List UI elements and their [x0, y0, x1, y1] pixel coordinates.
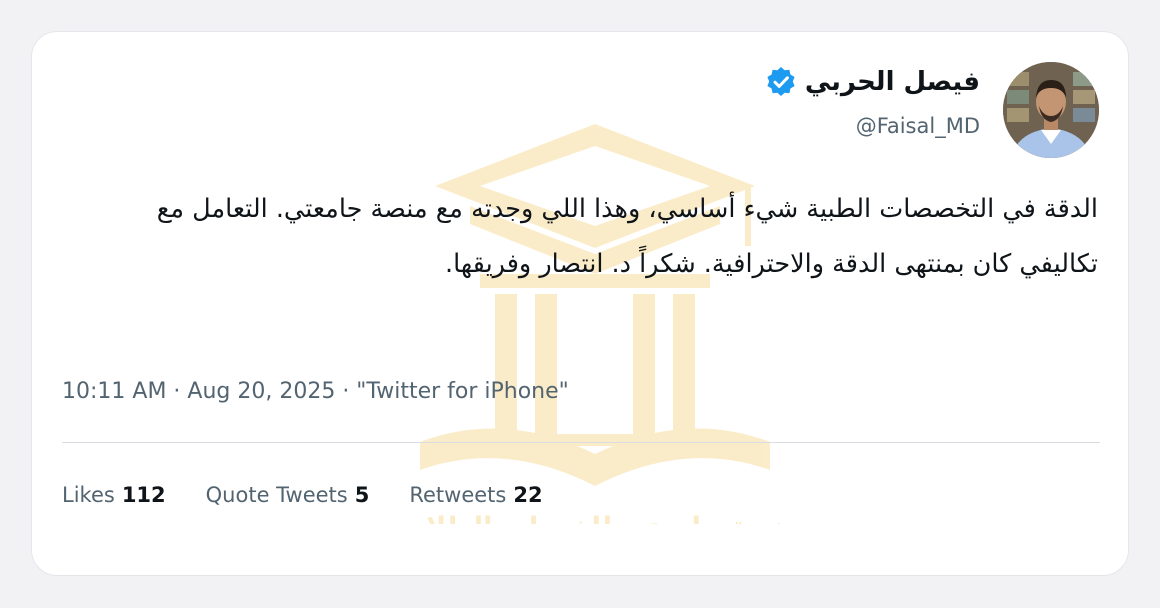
quote-tweets-stat[interactable]: Quote Tweets 5 [206, 480, 370, 510]
author-handle[interactable]: @Faisal_MD [856, 112, 980, 140]
retweets-label: Retweets [409, 483, 507, 507]
divider [62, 442, 1100, 443]
avatar-photo-icon [1003, 62, 1099, 158]
avatar[interactable] [1003, 62, 1099, 158]
likes-count: 112 [121, 483, 166, 507]
retweets-count: 22 [513, 483, 543, 507]
tweet-card: منصة جامعتي للخدمات الطلابية [31, 31, 1129, 576]
quote-tweets-count: 5 [354, 483, 370, 507]
tweet-meta[interactable]: 10:11 AM · Aug 20, 2025 · "Twitter for i… [62, 376, 569, 408]
watermark-text: منصة جامعتي للخدمات الطلابية [410, 512, 780, 524]
author-display-name[interactable]: فيصل الحربي [805, 64, 980, 100]
likes-stat[interactable]: Likes 112 [62, 480, 166, 510]
tweet-text: الدقة في التخصصات الطبية شيء أساسي، وهذا… [156, 194, 1098, 279]
retweets-stat[interactable]: Retweets 22 [409, 480, 542, 510]
verified-badge-icon [767, 67, 795, 96]
quote-tweets-label: Quote Tweets [205, 483, 348, 507]
likes-label: Likes [62, 483, 115, 507]
tweet-stats: Likes 112 Quote Tweets 5 Retweets 22 [62, 480, 583, 510]
author-name-row: فيصل الحربي [765, 64, 980, 100]
